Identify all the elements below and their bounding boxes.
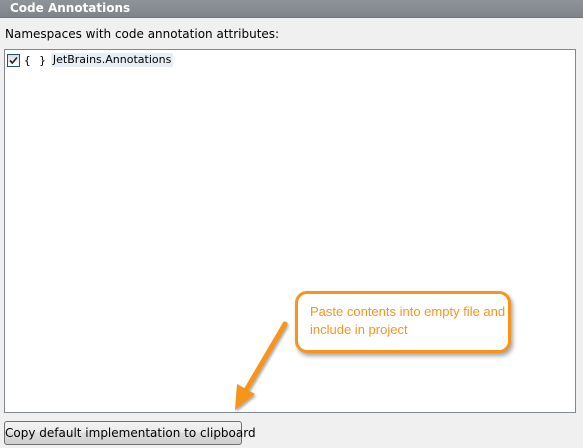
copy-default-implementation-button[interactable]: Copy default implementation to clipboard <box>4 421 256 445</box>
namespace-label: JetBrains.Annotations <box>50 53 174 67</box>
section-header: Code Annotations <box>0 0 583 18</box>
checkmark-icon <box>9 56 18 64</box>
list-item[interactable]: { } JetBrains.Annotations <box>7 52 174 68</box>
callout-arrow-icon <box>235 321 288 410</box>
namespace-checkbox[interactable] <box>7 53 20 67</box>
namespaces-caption: Namespaces with code annotation attribut… <box>5 27 280 41</box>
help-callout: Paste contents into empty file and inclu… <box>295 291 511 353</box>
section-title: Code Annotations <box>10 1 131 15</box>
namespace-icon: { } <box>24 53 47 67</box>
